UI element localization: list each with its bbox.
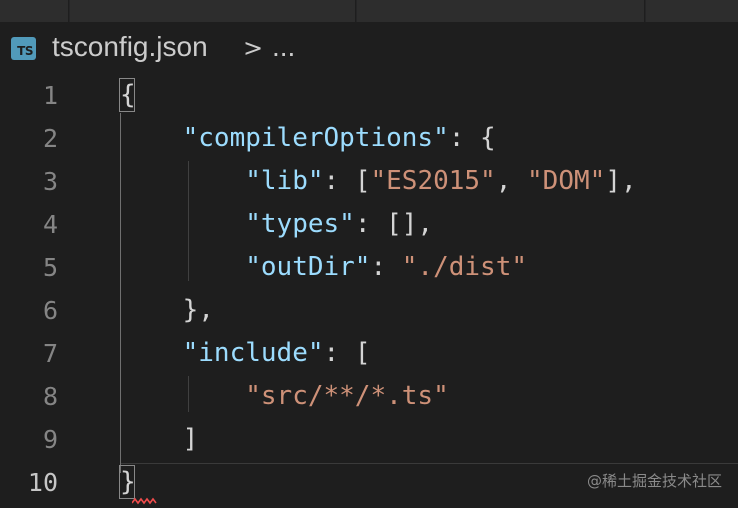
chevron-right-icon: > [243,34,264,62]
json-punctuation: : [], [354,209,434,239]
editor-tab[interactable] [70,0,356,22]
json-punctuation [120,252,245,282]
json-string: "src/**/*.ts" [245,381,449,411]
json-key: "compilerOptions" [182,123,449,153]
code-text: "compilerOptions": { [120,117,496,160]
code-text: "lib": ["ES2015", "DOM"], [120,160,637,203]
code-line[interactable]: 4 "types": [], [0,203,738,246]
typescript-file-icon: TS [11,37,36,60]
line-number: 1 [42,81,58,110]
json-punctuation [120,209,245,239]
json-punctuation [120,123,183,153]
json-string: "./dist" [401,252,528,282]
editor-tab[interactable] [646,0,738,22]
breadcrumb-file[interactable]: tsconfig.json [52,31,208,63]
line-number: 8 [42,382,58,411]
json-key: "lib" [245,166,324,196]
code-line[interactable]: 7 "include": [ [0,332,738,375]
line-number: 10 [27,468,58,497]
line-number: 2 [42,124,58,153]
json-punctuation: , [495,166,528,196]
code-line[interactable]: 3 "lib": ["ES2015", "DOM"], [0,160,738,203]
code-line[interactable]: 9 ] [0,418,738,461]
breadcrumb-more[interactable]: ... [272,31,295,63]
json-string: "DOM" [527,166,606,196]
code-text: ] [120,418,199,461]
line-number: 4 [42,210,58,239]
json-punctuation [120,381,245,411]
editor-window: TS tsconfig.json > ... 1{2 "compilerOpti… [0,0,738,508]
watermark: @稀土掘金技术社区 [586,472,722,490]
editor-tab[interactable] [0,0,69,22]
line-number: 3 [42,167,58,196]
line-number: 7 [42,339,58,368]
json-string: "ES2015" [370,166,496,196]
json-key: "include" [182,338,324,368]
code-text: "include": [ [120,332,371,375]
json-punctuation: { [120,80,136,110]
code-line[interactable]: 8 "src/**/*.ts" [0,375,738,418]
editor-tab[interactable] [357,0,645,22]
json-key: "outDir" [245,252,371,282]
json-punctuation: : [ [323,338,371,368]
code-editor[interactable]: 1{2 "compilerOptions": {3 "lib": ["ES201… [0,74,738,508]
json-key: "types" [245,209,355,239]
json-punctuation: } [120,467,136,497]
code-text: { [120,74,136,117]
code-line[interactable]: 6 }, [0,289,738,332]
json-punctuation: ], [605,166,637,196]
code-line[interactable]: 2 "compilerOptions": { [0,117,738,160]
code-text: }, [120,289,214,332]
line-number: 6 [42,296,58,325]
line-number: 9 [42,425,58,454]
json-punctuation: ] [120,424,199,454]
json-punctuation: : [370,252,402,282]
code-text: "src/**/*.ts" [120,375,449,418]
json-punctuation [120,338,183,368]
error-squiggle [132,497,157,505]
code-text: "types": [], [120,203,433,246]
code-line[interactable]: 5 "outDir": "./dist" [0,246,738,289]
line-number: 5 [42,253,58,282]
json-punctuation: : [ [323,166,371,196]
json-punctuation: }, [120,295,214,325]
json-punctuation [120,166,245,196]
tab-strip [0,0,738,22]
code-line[interactable]: 1{ [0,74,738,117]
json-punctuation: : { [448,123,496,153]
code-text: "outDir": "./dist" [120,246,527,289]
